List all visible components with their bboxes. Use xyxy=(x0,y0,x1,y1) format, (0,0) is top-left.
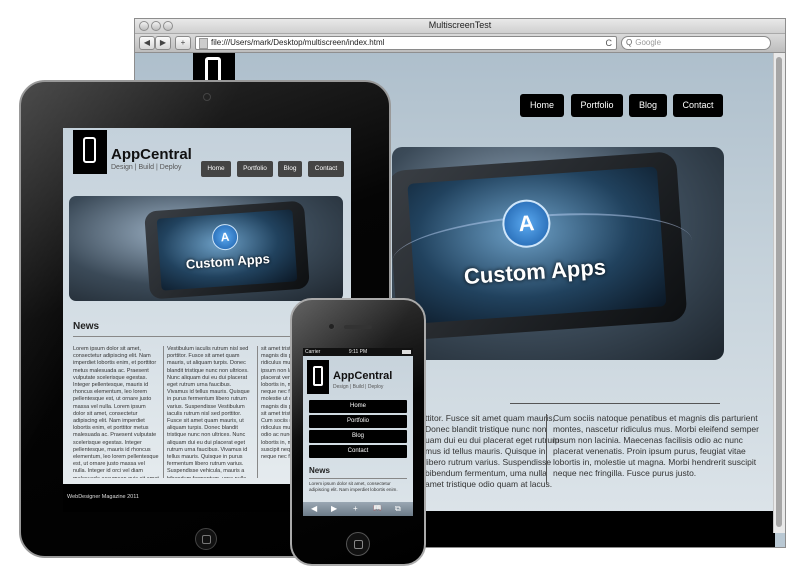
text-column-1: ttitor. Fusce sit amet quam mauris, Donec… xyxy=(425,413,560,489)
news-column-1: Lorem ipsum dolor sit amet, consectetur … xyxy=(73,346,159,478)
news-text: Lorem ipsum dolor sit amet, consectetur … xyxy=(309,481,398,492)
page-icon xyxy=(199,38,208,49)
safari-toolbar: ◀ ▶ + 📖 ⧉ xyxy=(303,502,413,516)
title-bar: MultiscreenTest xyxy=(135,19,785,34)
brand-name: AppCentral xyxy=(333,370,393,382)
phone-device: Carrier 9:11 PM AppCentral Design | Buil… xyxy=(290,298,426,566)
status-bar: Carrier 9:11 PM xyxy=(303,348,413,356)
url-text: file:///Users/mark/Desktop/multiscreen/i… xyxy=(211,38,385,47)
phone-camera-icon xyxy=(328,323,335,330)
search-placeholder: Google xyxy=(635,38,662,47)
vertical-scrollbar[interactable] xyxy=(773,53,785,533)
address-bar[interactable]: file:///Users/mark/Desktop/multiscreen/i… xyxy=(195,36,617,50)
search-field[interactable]: Q Google xyxy=(621,36,771,50)
nav-contact-button[interactable]: Contact xyxy=(308,161,344,177)
phone-screen: Carrier 9:11 PM AppCentral Design | Buil… xyxy=(303,348,413,516)
nav-portfolio-button[interactable]: Portfolio xyxy=(309,415,407,428)
window-title: MultiscreenTest xyxy=(428,20,492,30)
back-button[interactable]: ◀ xyxy=(139,36,155,50)
nav-blog-button[interactable]: Blog xyxy=(629,94,667,117)
nav-home-button[interactable]: Home xyxy=(520,94,564,117)
column-divider xyxy=(163,346,164,478)
nav-blog-button[interactable]: Blog xyxy=(278,161,302,177)
news-divider xyxy=(309,478,407,479)
nav-blog-button[interactable]: Blog xyxy=(309,430,407,443)
text-column-2: Cum sociis natoque penatibus et magnis d… xyxy=(553,413,759,478)
hero-device-image: A Custom Apps xyxy=(144,200,310,300)
tablet-camera-icon xyxy=(203,93,211,101)
add-bookmark-button[interactable]: + xyxy=(175,36,191,50)
nav-contact-button[interactable]: Contact xyxy=(309,445,407,458)
battery-icon xyxy=(402,350,411,354)
site-logo[interactable] xyxy=(307,360,329,394)
bookmarks-icon[interactable]: 📖 xyxy=(373,504,382,512)
hero-banner: A Custom Apps xyxy=(69,196,343,301)
nav-contact-button[interactable]: Contact xyxy=(673,94,723,117)
nav-home-button[interactable]: Home xyxy=(309,400,407,413)
nav-portfolio-button[interactable]: Portfolio xyxy=(237,161,273,177)
clock-label: 9:11 PM xyxy=(348,349,368,355)
content-divider xyxy=(510,403,720,404)
phone-speaker xyxy=(344,325,372,329)
scrollbar-thumb[interactable] xyxy=(776,57,782,527)
forward-icon[interactable]: ▶ xyxy=(331,504,337,513)
column-divider xyxy=(546,414,547,484)
hero-device-image: A Custom Apps xyxy=(392,151,695,341)
back-icon[interactable]: ◀ xyxy=(311,504,317,513)
phone-icon xyxy=(313,366,323,386)
forward-button[interactable]: ▶ xyxy=(155,36,171,50)
brand-tagline: Design | Build | Deploy xyxy=(333,384,384,390)
pages-icon[interactable]: ⧉ xyxy=(395,504,401,514)
reload-icon[interactable]: C xyxy=(606,37,613,49)
column-divider xyxy=(257,346,258,478)
brand-tagline: Design | Build | Deploy xyxy=(111,164,182,171)
browser-toolbar: ◀ ▶ + file:///Users/mark/Desktop/multisc… xyxy=(135,34,785,53)
app-store-icon: A xyxy=(211,223,239,251)
brand-name: AppCentral xyxy=(111,146,192,163)
site-logo[interactable] xyxy=(73,130,107,174)
hero-banner: A Custom Apps xyxy=(392,147,724,360)
phone-icon xyxy=(83,137,96,163)
nav-home-button[interactable]: Home xyxy=(201,161,231,177)
footer-text: WebDesigner Magazine 2011 xyxy=(67,494,139,500)
hero-text: Custom Apps xyxy=(185,251,271,272)
news-column-2: Vestibulum iaculis rutrum nisl sed portt… xyxy=(167,346,250,478)
news-heading: News xyxy=(309,466,330,475)
tablet-home-button[interactable] xyxy=(195,528,217,550)
nav-portfolio-button[interactable]: Portfolio xyxy=(571,94,623,117)
add-icon[interactable]: + xyxy=(353,504,358,513)
search-icon: Q xyxy=(626,38,633,47)
news-heading: News xyxy=(73,321,100,332)
phone-home-button[interactable] xyxy=(346,532,370,556)
